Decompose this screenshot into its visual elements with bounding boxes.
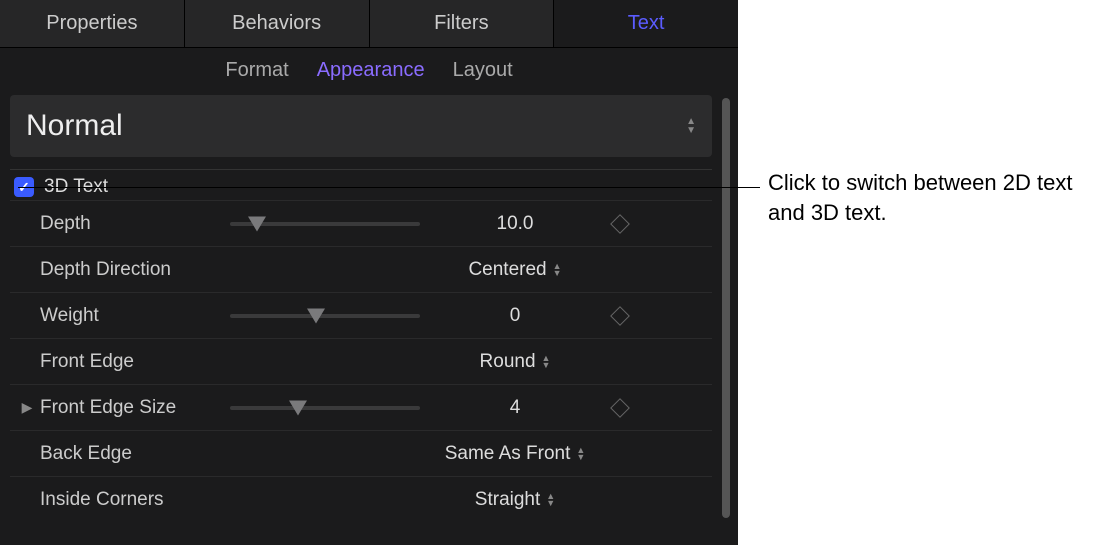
inspector-panel: Properties Behaviors Filters Text Format…	[0, 0, 738, 545]
keyframe-front-edge-size[interactable]	[610, 398, 630, 418]
dropdown-inside-corners[interactable]: Straight ▲▼	[440, 489, 590, 511]
content-area: Normal ▲▼ ✓ 3D Text Depth 10.0	[0, 92, 738, 522]
updown-icon: ▲▼	[553, 263, 562, 277]
row-back-edge: Back Edge Same As Front ▲▼	[10, 430, 712, 476]
slider-thumb-icon	[307, 308, 325, 323]
label-front-edge-size: Front Edge Size	[40, 397, 230, 419]
annotation-area: Click to switch between 2D text and 3D t…	[738, 0, 1093, 545]
preset-name: Normal	[26, 109, 686, 143]
row-inside-corners: Inside Corners Straight ▲▼	[10, 476, 712, 522]
slider-front-edge-size[interactable]	[230, 406, 420, 410]
keyframe-depth[interactable]	[610, 214, 630, 234]
label-front-edge: Front Edge	[40, 351, 230, 373]
updown-icon: ▲▼	[686, 118, 696, 135]
value-depth-direction: Centered	[468, 259, 546, 281]
row-weight: Weight 0	[10, 292, 712, 338]
label-weight: Weight	[40, 305, 230, 327]
slider-thumb-icon	[289, 400, 307, 415]
preset-dropdown[interactable]: Normal ▲▼	[10, 95, 712, 157]
row-depth: Depth 10.0	[10, 200, 712, 246]
keyframe-weight[interactable]	[610, 306, 630, 326]
value-depth[interactable]: 10.0	[440, 213, 590, 235]
label-depth: Depth	[40, 213, 230, 235]
updown-icon: ▲▼	[576, 447, 585, 461]
callout-line	[18, 187, 760, 188]
value-weight[interactable]: 0	[440, 305, 590, 327]
updown-icon: ▲▼	[546, 493, 555, 507]
value-inside-corners: Straight	[475, 489, 540, 511]
slider-depth[interactable]	[230, 222, 420, 226]
label-depth-direction: Depth Direction	[40, 259, 230, 281]
dropdown-depth-direction[interactable]: Centered ▲▼	[440, 259, 590, 281]
subtab-format[interactable]: Format	[225, 59, 288, 82]
label-back-edge: Back Edge	[40, 443, 230, 465]
tab-text[interactable]: Text	[554, 0, 738, 47]
tab-filters[interactable]: Filters	[370, 0, 555, 47]
callout-text: Click to switch between 2D text and 3D t…	[768, 168, 1093, 227]
updown-icon: ▲▼	[542, 355, 551, 369]
disclosure-front-edge-size[interactable]: ▶	[14, 399, 40, 416]
tab-properties[interactable]: Properties	[0, 0, 185, 47]
params: Normal ▲▼ ✓ 3D Text Depth 10.0	[0, 92, 722, 522]
top-tabs: Properties Behaviors Filters Text	[0, 0, 738, 48]
section-3d-text: ✓ 3D Text	[10, 169, 712, 200]
value-front-edge-size[interactable]: 4	[440, 397, 590, 419]
subtab-layout[interactable]: Layout	[453, 59, 513, 82]
value-back-edge: Same As Front	[445, 443, 571, 465]
value-front-edge: Round	[480, 351, 536, 373]
dropdown-back-edge[interactable]: Same As Front ▲▼	[440, 443, 590, 465]
tab-behaviors[interactable]: Behaviors	[185, 0, 370, 47]
row-front-edge-size: ▶ Front Edge Size 4	[10, 384, 712, 430]
row-front-edge: Front Edge Round ▲▼	[10, 338, 712, 384]
subtab-appearance[interactable]: Appearance	[317, 59, 425, 82]
sub-tabs: Format Appearance Layout	[0, 48, 738, 92]
label-inside-corners: Inside Corners	[40, 489, 230, 511]
slider-weight[interactable]	[230, 314, 420, 318]
row-depth-direction: Depth Direction Centered ▲▼	[10, 246, 712, 292]
vertical-scrollbar[interactable]	[722, 98, 730, 518]
dropdown-front-edge[interactable]: Round ▲▼	[440, 351, 590, 373]
slider-thumb-icon	[248, 216, 266, 231]
